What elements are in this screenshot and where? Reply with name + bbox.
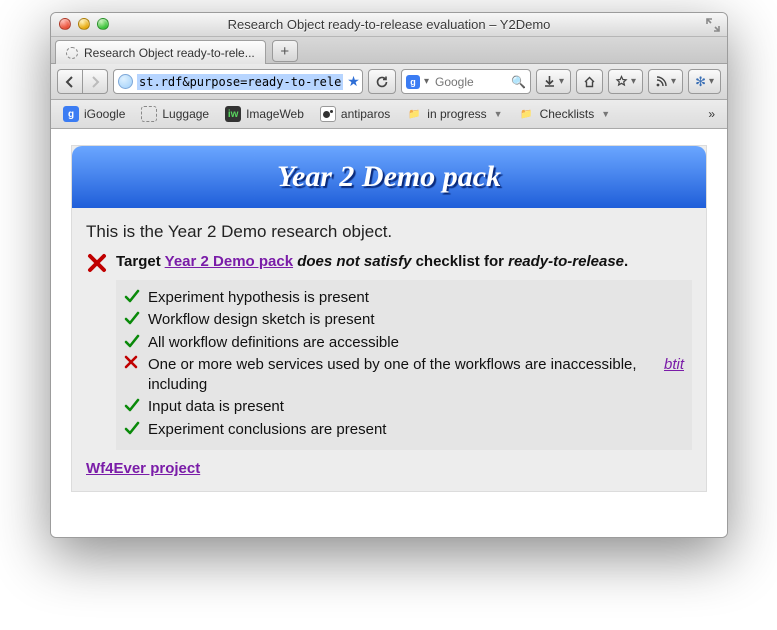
check-text: Workflow design sketch is present [148, 310, 375, 330]
folder-icon: 📁 [519, 106, 535, 122]
check-item: Experiment conclusions are present [124, 420, 684, 440]
bookmark-star-icon[interactable]: ★ [347, 73, 360, 90]
pass-check-icon [124, 420, 140, 436]
check-text: One or more web services used by one of … [148, 355, 656, 396]
bookmark-luggage[interactable]: Luggage [135, 104, 215, 124]
bookmarks-menu-button[interactable]: ▾ [608, 69, 643, 94]
window-title: Research Object ready-to-release evaluat… [51, 17, 727, 32]
navigation-toolbar: st.rdf&purpose=ready-to-rele ★ ▾ g ▾ 🔍 ▾… [51, 64, 727, 100]
bookmarks-bar: g iGoogle Luggage iw ImageWeb antiparos … [51, 100, 727, 129]
imageweb-favicon-icon: iw [225, 106, 241, 122]
bookmark-folder-checklists[interactable]: 📁 Checklists ▼ [513, 104, 617, 124]
forward-button[interactable] [82, 69, 108, 94]
bookmark-folder-in-progress[interactable]: 📁 in progress ▼ [400, 104, 508, 124]
pass-check-icon [124, 397, 140, 413]
plus-icon: + [280, 43, 289, 60]
overall-result: Target Year 2 Demo pack does not satisfy… [86, 252, 692, 274]
extensions-button[interactable]: ✻ ▾ [688, 69, 721, 94]
minimize-window-button[interactable] [78, 18, 90, 30]
folder-icon: 📁 [406, 106, 422, 122]
page-viewport[interactable]: Year 2 Demo pack This is the Year 2 Demo… [51, 129, 727, 537]
window-titlebar: Research Object ready-to-release evaluat… [51, 13, 727, 37]
bookmark-igoogle[interactable]: g iGoogle [57, 104, 131, 124]
fail-x-icon [124, 355, 140, 369]
snowflake-icon: ✻ [695, 74, 706, 90]
zoom-window-button[interactable] [97, 18, 109, 30]
ro-description: This is the Year 2 Demo research object. [86, 222, 692, 242]
downloads-button[interactable]: ▾ [536, 69, 571, 94]
active-tab[interactable]: Research Object ready-to-rele... [55, 40, 266, 64]
tab-title: Research Object ready-to-rele... [84, 46, 255, 60]
browser-window: Research Object ready-to-release evaluat… [50, 12, 728, 538]
search-input[interactable] [433, 74, 507, 90]
check-text: Experiment hypothesis is present [148, 288, 369, 308]
loading-spinner-icon [66, 47, 78, 59]
search-engine-icon[interactable]: g [406, 75, 420, 89]
check-item: One or more web services used by one of … [124, 355, 684, 396]
generic-favicon-icon [141, 106, 157, 122]
google-favicon-icon: g [63, 106, 79, 122]
overflow-icon: » [708, 107, 715, 121]
fullscreen-button[interactable] [706, 18, 720, 32]
bookmark-imageweb[interactable]: iw ImageWeb [219, 104, 310, 124]
feeds-button[interactable]: ▾ [648, 69, 683, 94]
new-tab-button[interactable]: + [272, 40, 298, 62]
close-window-button[interactable] [59, 18, 71, 30]
pass-check-icon [124, 310, 140, 326]
bookmark-antiparos[interactable]: antiparos [314, 104, 396, 124]
project-link[interactable]: Wf4Ever project [86, 460, 200, 477]
reload-button[interactable] [368, 69, 396, 94]
check-text: Experiment conclusions are present [148, 420, 386, 440]
tab-strip: Research Object ready-to-rele... + [51, 37, 727, 64]
fail-x-icon [86, 252, 108, 274]
search-engine-dropdown[interactable]: ▾ [424, 76, 429, 87]
banner: Year 2 Demo pack [72, 146, 706, 208]
home-button[interactable] [576, 69, 603, 94]
checklist: Experiment hypothesis is presentWorkflow… [116, 280, 692, 450]
chevron-down-icon: ▼ [494, 109, 503, 119]
target-ro-link[interactable]: Year 2 Demo pack [165, 253, 293, 270]
banner-title: Year 2 Demo pack [277, 160, 501, 194]
antiparos-favicon-icon [320, 106, 336, 122]
back-button[interactable] [57, 69, 82, 94]
site-identity-icon[interactable] [118, 74, 133, 89]
check-item: Input data is present [124, 397, 684, 417]
search-box[interactable]: g ▾ 🔍 [401, 69, 531, 94]
search-submit-icon[interactable]: 🔍 [511, 75, 526, 89]
check-detail-link[interactable]: btit [664, 355, 684, 375]
check-item: Experiment hypothesis is present [124, 288, 684, 308]
check-item: All workflow definitions are accessible [124, 333, 684, 353]
pass-check-icon [124, 333, 140, 349]
chevron-down-icon: ▼ [601, 109, 610, 119]
bookmarks-overflow-button[interactable]: » [702, 105, 721, 123]
check-item: Workflow design sketch is present [124, 310, 684, 330]
check-text: All workflow definitions are accessible [148, 333, 399, 353]
url-text: st.rdf&purpose=ready-to-rele [137, 74, 343, 90]
url-field[interactable]: st.rdf&purpose=ready-to-rele ★ ▾ [113, 69, 363, 94]
check-text: Input data is present [148, 397, 284, 417]
result-panel: Year 2 Demo pack This is the Year 2 Demo… [71, 145, 707, 492]
pass-check-icon [124, 288, 140, 304]
